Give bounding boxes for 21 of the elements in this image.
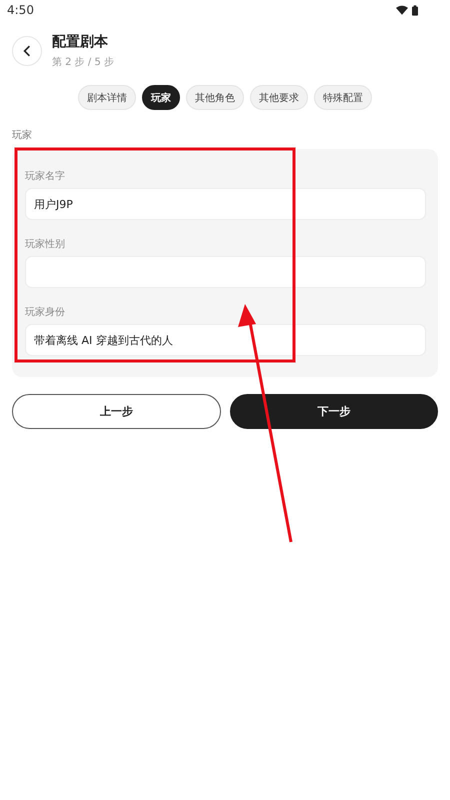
tab[interactable]: 剧本详情 [78,85,136,110]
next-button[interactable]: 下一步 [230,394,438,429]
input-field[interactable]: 用户J9P [25,188,426,220]
tab[interactable]: 玩家 [142,85,180,110]
tab[interactable]: 特殊配置 [314,85,372,110]
step-indicator: 第 2 步 / 5 步 [52,56,114,69]
wifi-icon [396,5,408,15]
battery-icon [412,4,418,16]
input-field[interactable]: 带着离线 AI 穿越到古代的人 [25,324,426,356]
field-label: 玩家名字 [25,170,66,183]
field-label: 玩家身份 [25,306,66,319]
back-button[interactable] [12,36,42,66]
section-title: 玩家 [12,128,33,142]
back-icon [23,45,31,57]
page-title: 配置剧本 [52,33,109,51]
input-field[interactable] [25,256,426,288]
status-time: 4:50 [7,3,34,17]
tab[interactable]: 其他要求 [250,85,308,110]
tab[interactable]: 其他角色 [186,85,244,110]
field-label: 玩家性别 [25,238,66,251]
previous-button[interactable]: 上一步 [12,394,220,429]
